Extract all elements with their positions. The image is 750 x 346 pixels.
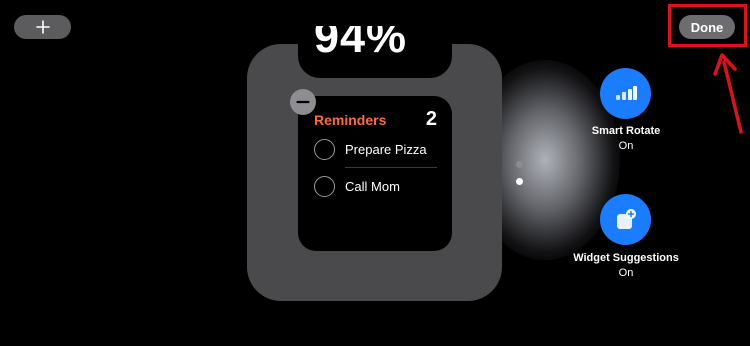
smart-rotate-button[interactable] bbox=[600, 68, 651, 119]
smart-rotate-label: Smart Rotate bbox=[591, 125, 661, 137]
annotation-arrow-icon bbox=[713, 53, 743, 134]
add-widget-button[interactable] bbox=[14, 15, 71, 39]
battery-percent: 94% bbox=[314, 26, 408, 62]
minus-icon bbox=[296, 100, 310, 104]
page-dot-2[interactable] bbox=[516, 178, 523, 185]
plus-icon bbox=[35, 20, 50, 34]
reminder-divider bbox=[345, 167, 437, 168]
widget-suggestions-state: On bbox=[618, 267, 634, 279]
smart-rotate-state: On bbox=[618, 140, 634, 152]
battery-widget[interactable]: 94% bbox=[298, 26, 452, 78]
reminder-checkbox[interactable] bbox=[314, 175, 335, 197]
remove-widget-button[interactable] bbox=[290, 89, 316, 115]
widget-suggestions-label: Widget Suggestions bbox=[573, 252, 679, 264]
widget-suggestions-button[interactable] bbox=[600, 194, 651, 245]
reminder-label: Prepare Pizza bbox=[345, 141, 427, 157]
reminders-title: Reminders bbox=[314, 112, 387, 128]
reminder-item[interactable]: Call Mom bbox=[314, 174, 438, 198]
reminder-item[interactable]: Prepare Pizza bbox=[314, 137, 438, 161]
reminder-label: Call Mom bbox=[345, 178, 400, 194]
reminder-checkbox[interactable] bbox=[314, 138, 335, 160]
reminders-widget[interactable]: Reminders 2 Prepare Pizza Call Mom bbox=[298, 96, 452, 251]
widget-suggestions-icon bbox=[616, 208, 636, 229]
smart-rotate-icon bbox=[615, 85, 637, 100]
reminders-count: 2 bbox=[425, 108, 437, 130]
page-dot-1[interactable] bbox=[516, 161, 523, 168]
highlight-box bbox=[668, 4, 747, 47]
